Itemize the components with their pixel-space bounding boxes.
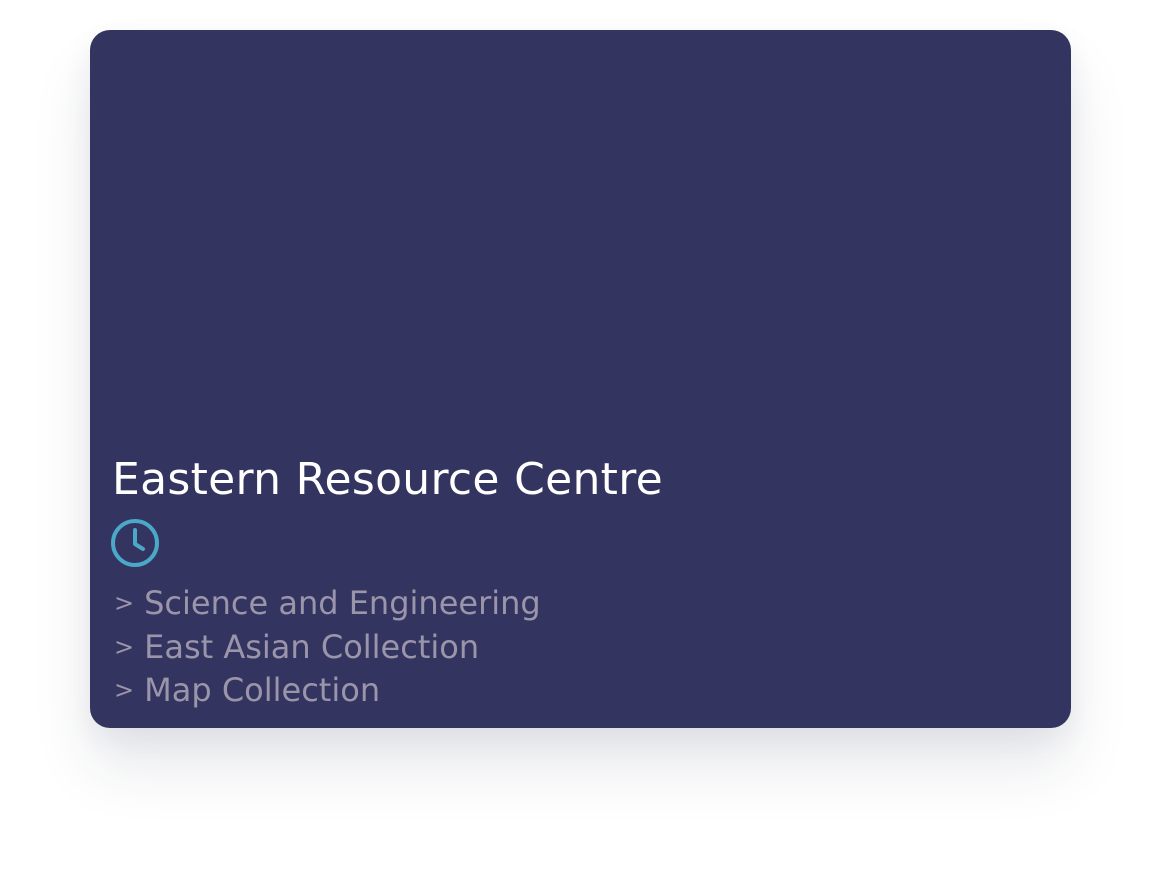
chevron-right-icon: >	[114, 589, 135, 617]
collection-links: > Science and Engineering > East Asian Col…	[114, 582, 541, 713]
location-card: Eastern Resource Centre > Science and Eng…	[90, 30, 1071, 728]
link-label[interactable]: East Asian Collection	[144, 628, 479, 666]
location-title: Eastern Resource Centre	[112, 454, 663, 505]
link-label[interactable]: Science and Engineering	[144, 584, 541, 622]
link-east-asian-collection[interactable]: > East Asian Collection	[114, 626, 541, 670]
link-label[interactable]: Map Collection	[144, 671, 380, 709]
chevron-right-icon: >	[114, 676, 135, 704]
link-map-collection[interactable]: > Map Collection	[114, 669, 541, 713]
clock-icon[interactable]	[110, 518, 160, 568]
link-science-engineering[interactable]: > Science and Engineering	[114, 582, 541, 626]
chevron-right-icon: >	[114, 632, 135, 661]
